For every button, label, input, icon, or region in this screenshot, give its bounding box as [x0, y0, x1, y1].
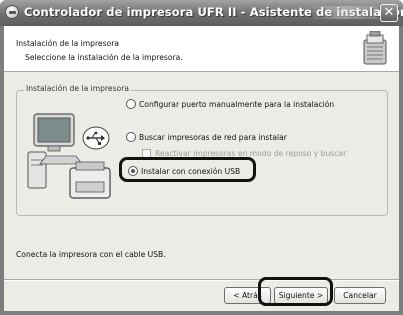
option-manual-port[interactable]: Configurar puerto manualmente para la in… — [126, 99, 334, 109]
page-title: Instalación de la impresora — [16, 39, 119, 48]
title-fade-decoration — [310, 6, 378, 19]
computer-usb-printer-icon — [27, 113, 111, 199]
option-manual-port-label: Configurar puerto manualmente para la in… — [139, 99, 335, 109]
radio-manual-port[interactable] — [126, 99, 136, 109]
usb-option-highlight — [119, 157, 256, 182]
cancel-button[interactable]: Cancelar — [334, 287, 386, 304]
installer-window: Controlador de impresora UFR II - Asiste… — [0, 0, 403, 315]
close-button[interactable]: ✕ — [380, 4, 398, 22]
wizard-header: Instalación de la impresora Seleccione l… — [4, 26, 399, 72]
title-bar[interactable]: Controlador de impresora UFR II - Asiste… — [0, 0, 403, 26]
group-label: Instalación de la impresora — [24, 84, 131, 93]
printer-drive-icon — [363, 31, 387, 65]
option-network-search[interactable]: Buscar impresoras de red para instalar — [126, 132, 287, 142]
footer-divider — [4, 279, 399, 281]
option-network-search-label: Buscar impresoras de red para instalar — [139, 132, 287, 142]
radio-network-search[interactable] — [126, 132, 136, 142]
printer-driver-icon — [5, 5, 19, 19]
next-button-highlight — [258, 277, 333, 306]
page-subtitle: Seleccione la instalación de la impresor… — [25, 53, 183, 62]
usb-cable-note: Conecta la impresora con el cable USB. — [16, 250, 166, 259]
